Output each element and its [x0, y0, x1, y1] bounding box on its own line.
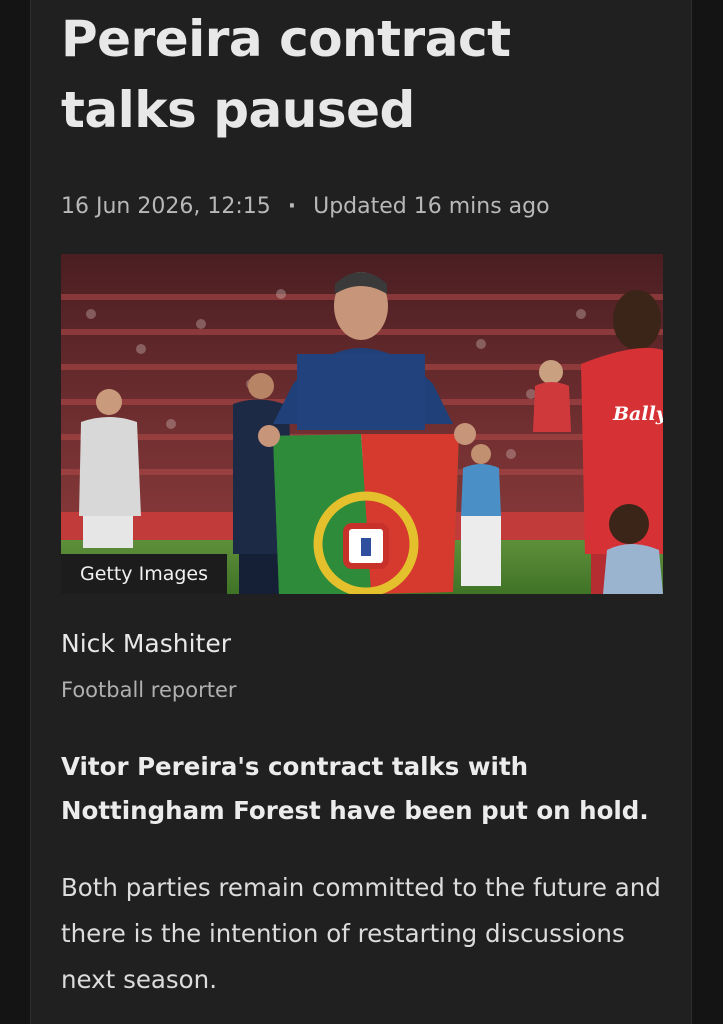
article-card: Pereira contract talks paused 16 Jun 202… [30, 0, 692, 1024]
author-name[interactable]: Nick Mashiter [61, 629, 231, 658]
published-date: 16 Jun 2026, 12:15 [61, 193, 271, 219]
updated-time: Updated 16 mins ago [313, 193, 550, 219]
article-paragraph: Both parties remain committed to the fut… [61, 873, 661, 994]
screen: Pereira contract talks paused 16 Jun 202… [0, 0, 723, 1024]
article-meta: 16 Jun 2026, 12:15 · Updated 16 mins ago [61, 188, 550, 224]
shirt-sponsor: Bally's [612, 403, 663, 425]
meta-separator: · [287, 193, 297, 219]
article-lede: Vitor Pereira's contract talks with Nott… [61, 752, 649, 825]
author-role: Football reporter [61, 678, 237, 702]
portugal-flag [273, 434, 459, 594]
article-headline: Pereira contract talks paused [61, 10, 511, 139]
photo-illustration: Bally's [61, 254, 663, 594]
image-credit: Getty Images [61, 554, 227, 594]
article-photo[interactable]: Bally's Getty Images [61, 254, 663, 594]
